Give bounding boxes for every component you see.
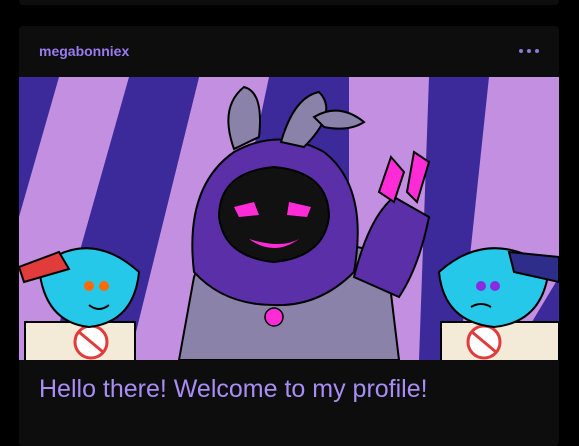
post-card: megabonniex Hello there! Welcome to my p… [19,26,559,446]
more-dot-icon [519,49,523,53]
more-dot-icon [527,49,531,53]
previous-post-card [19,0,559,5]
post-image[interactable] [19,77,559,360]
post-username-link[interactable]: megabonniex [39,43,129,59]
more-dot-icon [535,49,539,53]
more-options-button[interactable] [519,44,541,58]
post-text: Hello there! Welcome to my profile! [39,375,428,403]
post-header: megabonniex [19,26,559,77]
